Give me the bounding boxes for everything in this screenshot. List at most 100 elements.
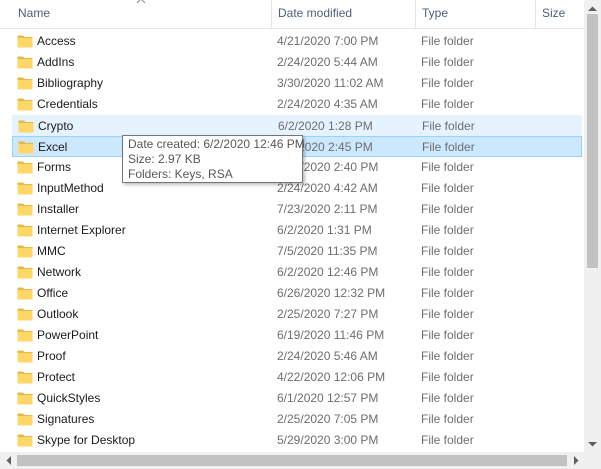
date-modified-cell: 6/2/2020 1:28 PM xyxy=(278,119,373,133)
folder-icon xyxy=(17,371,33,384)
file-name: QuickStyles xyxy=(37,391,101,405)
table-row[interactable]: Internet Explorer 6/2/2020 1:31 PM File fo… xyxy=(12,220,582,241)
file-name: Network xyxy=(37,265,82,279)
file-name: Skype for Desktop xyxy=(37,433,136,447)
type-cell: File folder xyxy=(421,202,474,216)
table-row[interactable]: Protect 4/22/2020 12:06 PM File folder xyxy=(12,367,582,388)
folder-info-tooltip: Date created: 6/2/2020 12:46 PM Size: 2.… xyxy=(122,135,305,183)
folder-icon xyxy=(17,350,33,363)
date-modified-cell: 6/19/2020 11:46 PM xyxy=(277,328,385,342)
folder-icon xyxy=(17,287,33,300)
table-row[interactable]: Network 6/2/2020 12:46 PM File folder xyxy=(12,262,582,283)
folder-icon xyxy=(18,141,34,154)
file-name: Proof xyxy=(37,349,66,363)
table-row[interactable]: Outlook 2/25/2020 7:27 PM File folder xyxy=(12,304,582,325)
sort-ascending-icon xyxy=(136,0,146,4)
table-row[interactable]: Proof 2/24/2020 5:46 AM File folder xyxy=(12,346,582,367)
column-header-name[interactable]: Name xyxy=(12,0,271,28)
type-cell: File folder xyxy=(421,391,474,405)
date-modified-cell: 6/2/2020 12:46 PM xyxy=(277,265,379,279)
date-modified-cell: 5/29/2020 3:00 PM xyxy=(277,433,379,447)
scroll-right-arrow-icon[interactable] xyxy=(567,452,584,469)
file-name: Internet Explorer xyxy=(37,223,126,237)
date-modified-cell: 3/30/2020 11:02 AM xyxy=(277,76,384,90)
date-modified-cell: 2/24/2020 5:46 AM xyxy=(277,349,378,363)
type-cell: File folder xyxy=(421,412,474,426)
type-cell: File folder xyxy=(421,370,474,384)
type-cell: File folder xyxy=(421,160,474,174)
column-header-size[interactable]: Size xyxy=(536,0,584,28)
tooltip-date-created: Date created: 6/2/2020 12:46 PM xyxy=(128,137,305,151)
table-row[interactable]: AddIns 2/24/2020 5:44 AM File folder xyxy=(12,52,582,73)
tooltip-size: Size: 2.97 KB xyxy=(128,152,201,166)
date-modified-cell: 2/25/2020 7:27 PM xyxy=(277,307,379,321)
file-name: Protect xyxy=(37,370,76,384)
type-cell: File folder xyxy=(421,55,474,69)
type-cell: File folder xyxy=(421,97,474,111)
table-row[interactable]: QuickStyles 6/1/2020 12:57 PM File folder xyxy=(12,388,582,409)
folder-icon xyxy=(17,266,33,279)
type-cell: File folder xyxy=(421,307,474,321)
type-cell: File folder xyxy=(422,119,475,133)
table-row[interactable]: PowerPoint 6/19/2020 11:46 PM File folder xyxy=(12,325,582,346)
type-cell: File folder xyxy=(421,286,474,300)
folder-icon xyxy=(17,98,33,111)
date-modified-cell: 2/24/2020 4:35 AM xyxy=(277,97,378,111)
type-cell: File folder xyxy=(421,265,474,279)
table-row[interactable]: Skype for Desktop 5/29/2020 3:00 PM File f… xyxy=(12,430,582,451)
folder-icon xyxy=(17,35,33,48)
file-name: Crypto xyxy=(38,119,74,133)
table-row[interactable]: Signatures 2/25/2020 7:05 PM File folder xyxy=(12,409,582,430)
file-name: Excel xyxy=(38,140,68,154)
date-modified-cell: 6/26/2020 12:32 PM xyxy=(277,286,386,300)
folder-icon xyxy=(17,245,33,258)
date-modified-cell: 4/22/2020 12:06 PM xyxy=(277,370,386,384)
file-name: Forms xyxy=(37,160,71,174)
date-modified-cell: 7/5/2020 11:35 PM xyxy=(277,244,378,258)
horizontal-scrollbar[interactable] xyxy=(0,452,584,469)
type-cell: File folder xyxy=(421,349,474,363)
table-row[interactable]: Access 4/21/2020 7:00 PM File folder xyxy=(12,31,582,52)
date-modified-cell: 6/1/2020 12:57 PM xyxy=(277,391,379,405)
column-header-bar: Name Date modified Type Size xyxy=(0,0,584,29)
horizontal-scroll-thumb[interactable] xyxy=(17,455,567,466)
table-row[interactable]: Credentials 2/24/2020 4:35 AM File folder xyxy=(12,94,582,115)
folder-icon xyxy=(17,308,33,321)
vertical-scrollbar[interactable] xyxy=(584,0,601,452)
folder-icon xyxy=(17,203,33,216)
tooltip-folders: Folders: Keys, RSA xyxy=(128,167,233,181)
folder-icon xyxy=(17,56,33,69)
file-name: Outlook xyxy=(37,307,79,321)
date-modified-cell: 2/24/2020 5:44 AM xyxy=(277,55,378,69)
file-name: Credentials xyxy=(37,97,98,111)
scroll-left-arrow-icon[interactable] xyxy=(0,452,17,469)
folder-icon xyxy=(17,413,33,426)
folder-icon xyxy=(17,224,33,237)
folder-icon xyxy=(17,77,33,90)
date-modified-cell: 6/2/2020 1:31 PM xyxy=(277,223,372,237)
type-cell: File folder xyxy=(421,76,474,90)
column-header-date-modified[interactable]: Date modified xyxy=(272,0,415,28)
table-row[interactable]: Bibliography 3/30/2020 11:02 AM File folde… xyxy=(12,73,582,94)
file-name: Signatures xyxy=(37,412,95,426)
type-cell: File folder xyxy=(421,181,474,195)
scroll-down-arrow-icon[interactable] xyxy=(584,435,601,452)
date-modified-cell: 2/25/2020 7:05 PM xyxy=(277,412,379,426)
table-row[interactable]: MMC 7/5/2020 11:35 PM File folder xyxy=(12,241,582,262)
column-header-type[interactable]: Type xyxy=(416,0,535,28)
date-modified-cell: 4/21/2020 7:00 PM xyxy=(277,34,379,48)
file-name: Installer xyxy=(37,202,80,216)
folder-icon xyxy=(17,434,33,447)
type-cell: File folder xyxy=(422,140,475,154)
folder-icon xyxy=(18,120,34,133)
file-name: Office xyxy=(37,286,69,300)
file-name: AddIns xyxy=(37,55,75,69)
table-row[interactable]: Office 6/26/2020 12:32 PM File folder xyxy=(12,283,582,304)
folder-icon xyxy=(17,392,33,405)
type-cell: File folder xyxy=(421,244,474,258)
table-row[interactable]: Crypto 6/2/2020 1:28 PM File folder xyxy=(12,115,582,136)
folder-icon xyxy=(17,182,33,195)
file-name: Bibliography xyxy=(37,76,104,90)
vertical-scroll-thumb[interactable] xyxy=(587,14,598,268)
table-row[interactable]: Installer 7/23/2020 2:11 PM File folder xyxy=(12,199,582,220)
